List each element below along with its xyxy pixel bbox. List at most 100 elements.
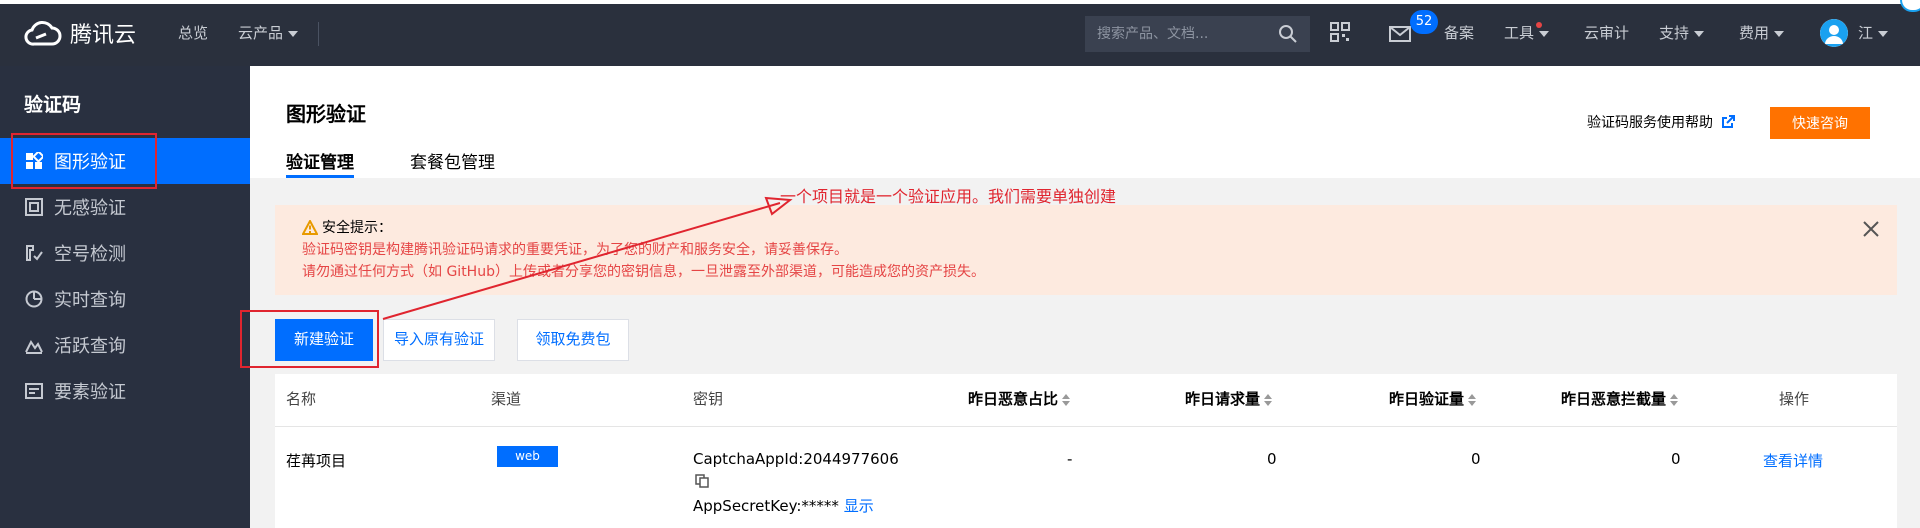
nav-tools-label: 工具 [1504, 24, 1535, 42]
cell-malicious-ratio: - [1067, 450, 1073, 468]
col-header-action: 操作 [1779, 390, 1810, 408]
cloud-logo-icon [24, 21, 62, 46]
nav-billing-label: 费用 [1739, 24, 1770, 42]
col-header-label: 昨日恶意占比 [968, 390, 1059, 408]
brand-logo[interactable]: 腾讯云 [24, 16, 136, 50]
cell-secret: AppSecretKey:***** 显示 [693, 495, 874, 516]
col-header-label: 昨日请求量 [1185, 390, 1261, 408]
user-icon [1820, 19, 1848, 47]
sidebar-item-seamless-captcha[interactable]: 无感验证 [0, 184, 250, 230]
page-header: 图形验证 验证码服务使用帮助 快速咨询 验证管理 套餐包管理 [250, 66, 1920, 178]
help-link-label: 验证码服务使用帮助 [1587, 115, 1713, 131]
col-header-verifications[interactable]: 昨日验证量 [1389, 388, 1477, 409]
cell-name: 荏苒项目 [286, 452, 347, 470]
cell-requests: 0 [1267, 450, 1277, 468]
frame-icon [24, 197, 44, 217]
copy-icon[interactable] [695, 474, 709, 488]
claim-free-package-button[interactable]: 领取免费包 [517, 319, 629, 361]
nav-support-label: 支持 [1659, 24, 1690, 42]
nav-support[interactable]: 支持 [1659, 22, 1705, 43]
chevron-down-icon [1774, 30, 1785, 37]
user-menu[interactable]: 江 [1858, 22, 1889, 43]
sidebar-item-label: 空号检测 [54, 244, 126, 265]
alert-title: 安全提示： [302, 217, 392, 237]
help-link[interactable]: 验证码服务使用帮助 [1587, 112, 1735, 132]
sort-icon [1264, 393, 1273, 406]
user-name: 江 [1858, 24, 1874, 42]
channel-tag: web [497, 446, 558, 467]
close-icon[interactable] [1859, 217, 1883, 241]
tab-verification-management[interactable]: 验证管理 [286, 148, 354, 178]
mountain-chart-icon [24, 335, 44, 355]
brand-name: 腾讯云 [70, 23, 137, 48]
show-secret-link[interactable]: 显示 [844, 497, 874, 515]
col-header-channel: 渠道 [491, 390, 522, 408]
col-header-key: 密钥 [693, 390, 724, 408]
alert-line-2: 请勿通过任何方式（如 GitHub）上传或者分享您的密钥信息，一旦泄露至外部渠道… [302, 264, 985, 280]
col-header-label: 昨日验证量 [1389, 390, 1465, 408]
nav-filing[interactable]: 备案 [1444, 22, 1474, 43]
highlight-box-sidebar [11, 133, 157, 189]
import-verification-button[interactable]: 导入原有验证 [383, 319, 495, 361]
top-bar: 腾讯云 总览 云产品 52 备案 工具 云审计 支持 费用 [0, 0, 1920, 66]
sidebar-title: 验证码 [24, 94, 82, 116]
top-white-strip [0, 0, 1920, 4]
col-header-requests[interactable]: 昨日请求量 [1185, 388, 1273, 409]
cell-appid: CaptchaAppId:2044977606 [693, 450, 899, 468]
verification-table: 名称 渠道 密钥 昨日恶意占比 昨日请求量 昨日验证量 昨日恶意拦截量 操作 荏… [275, 374, 1897, 528]
chevron-down-icon [1694, 30, 1705, 37]
sidebar-item-element-verify[interactable]: 要素验证 [0, 368, 250, 414]
search-icon[interactable] [1278, 24, 1298, 44]
sidebar-item-empty-number[interactable]: 空号检测 [0, 230, 250, 276]
message-count-badge: 52 [1410, 10, 1438, 34]
col-header-name: 名称 [286, 390, 317, 408]
sidebar-item-label: 无感验证 [54, 198, 126, 219]
sidebar-item-label: 实时查询 [54, 290, 126, 311]
sort-icon [1468, 393, 1477, 406]
cell-blocked: 0 [1671, 450, 1681, 468]
floating-assistant-icon[interactable] [1900, 0, 1920, 12]
chevron-down-icon [1539, 30, 1550, 37]
annotation-text: 一个项目就是一个验证应用。我们需要单独创建 [780, 187, 1117, 206]
sort-icon [1670, 393, 1679, 406]
alert-line-1: 验证码密钥是构建腾讯验证码请求的重要凭证，为了您的财产和服务安全，请妥善保存。 [302, 242, 848, 258]
chevron-down-icon [1878, 30, 1889, 37]
page-title: 图形验证 [286, 102, 366, 126]
col-header-blocked[interactable]: 昨日恶意拦截量 [1561, 388, 1679, 409]
external-link-icon [1722, 115, 1735, 128]
tab-package-management[interactable]: 套餐包管理 [410, 148, 495, 178]
sidebar-item-label: 要素验证 [54, 382, 126, 403]
search-input[interactable] [1097, 26, 1278, 42]
secret-key-text: AppSecretKey:***** [693, 497, 839, 515]
sidebar-item-realtime-query[interactable]: 实时查询 [0, 276, 250, 322]
nav-products-label: 云产品 [238, 24, 284, 42]
sidebar-item-active-query[interactable]: 活跃查询 [0, 322, 250, 368]
pie-icon [24, 289, 44, 309]
nav-products[interactable]: 云产品 [238, 22, 299, 43]
cell-verifications: 0 [1471, 450, 1481, 468]
nav-divider [318, 22, 319, 46]
nav-tools[interactable]: 工具 [1504, 22, 1550, 43]
nav-audit[interactable]: 云审计 [1584, 22, 1629, 43]
highlight-box-create-button [240, 310, 379, 368]
col-header-label: 昨日恶意拦截量 [1561, 390, 1667, 408]
security-alert: 安全提示： 验证码密钥是构建腾讯验证码请求的重要凭证，为了您的财产和服务安全，请… [275, 205, 1897, 295]
search-box [1085, 16, 1310, 52]
avatar[interactable] [1820, 19, 1848, 47]
sidebar-item-label: 活跃查询 [54, 336, 126, 357]
notification-dot [1536, 22, 1542, 28]
header-divider [275, 426, 1897, 427]
quick-consult-button[interactable]: 快速咨询 [1770, 107, 1870, 139]
col-header-malicious-ratio[interactable]: 昨日恶意占比 [968, 388, 1071, 409]
main-content: 图形验证 验证码服务使用帮助 快速咨询 验证管理 套餐包管理 安全提示： 验证码… [250, 66, 1920, 528]
chevron-down-icon [288, 30, 299, 37]
qrcode-icon[interactable] [1330, 22, 1350, 42]
nav-overview[interactable]: 总览 [178, 22, 208, 43]
phone-check-icon [24, 243, 44, 263]
sort-icon [1062, 393, 1071, 406]
alert-title-text: 安全提示： [322, 220, 392, 236]
card-icon [24, 381, 44, 401]
nav-billing[interactable]: 费用 [1739, 22, 1785, 43]
view-details-link[interactable]: 查看详情 [1763, 450, 1823, 471]
mail-icon[interactable] [1389, 26, 1411, 42]
